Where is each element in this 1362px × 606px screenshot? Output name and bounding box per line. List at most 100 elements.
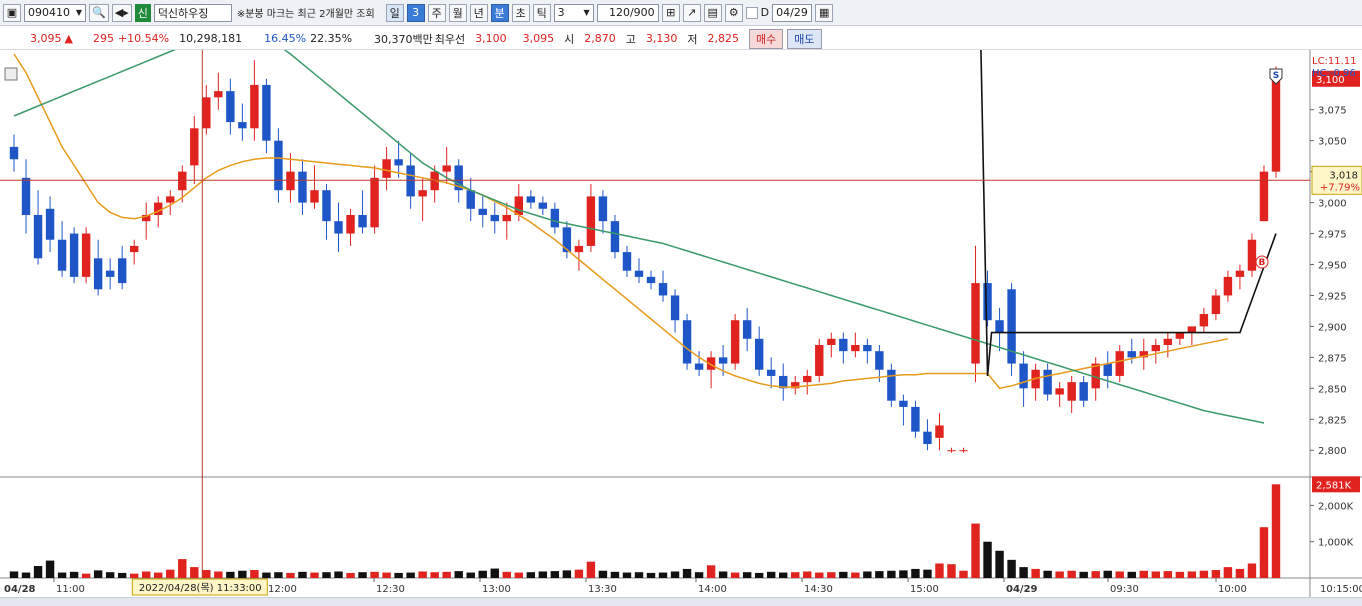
count-input[interactable]: 120/900 (596, 3, 659, 22)
save-icon[interactable]: ▤ (703, 3, 722, 22)
period-month-button[interactable]: 월 (448, 3, 467, 22)
candle-body (935, 425, 944, 438)
crosshair-price-label: 3,018 (1329, 170, 1358, 181)
speaker-icon[interactable]: ◀▸ (111, 3, 132, 22)
d-checkbox[interactable] (745, 6, 758, 19)
candle-body (1199, 314, 1209, 327)
candle-body (298, 171, 307, 203)
drawing-tool-icon[interactable]: ↗ (682, 3, 701, 22)
volume-bar (791, 572, 800, 578)
volume-bar (142, 571, 151, 578)
chart-toolbar: ▣ 090410 ▼ 🔍 ◀▸ 신 덕신하우징 ※분봉 마크는 최근 2개월만 … (0, 0, 1362, 26)
stock-code-input[interactable]: 090410 ▼ (24, 3, 86, 22)
candle-body (863, 344, 872, 352)
x-tick-label: 11:00 (56, 584, 85, 595)
candle-body (322, 190, 331, 222)
count-value: 120/900 (608, 6, 655, 19)
candle-body (658, 283, 668, 296)
candle-body (815, 344, 824, 376)
high-label: 고 (625, 32, 636, 46)
volume-bar (166, 569, 175, 578)
dropdown-caret-icon: ▼ (583, 8, 590, 17)
candle-body (730, 320, 740, 364)
x-tick-label: 04/29 (1006, 584, 1038, 595)
volume-bar (670, 571, 680, 578)
current-price: 3,095 (30, 32, 62, 45)
candle-body (129, 245, 139, 253)
period-day-button[interactable]: 일 (385, 3, 404, 22)
volume-bar (827, 572, 836, 578)
period-minute-button[interactable]: 분 (490, 3, 509, 22)
candle-body (1151, 344, 1161, 352)
volume-bar (1163, 571, 1173, 578)
period-year-button[interactable]: 년 (469, 3, 488, 22)
indicator-add-icon[interactable]: ⊞ (661, 3, 680, 22)
stock-name-field[interactable]: 덕신하우징 (153, 3, 232, 22)
candle-body (598, 196, 608, 222)
candle-body (586, 196, 596, 246)
candle-body (81, 233, 91, 277)
volume-bar (93, 570, 103, 578)
x-tick-label: 14:00 (698, 584, 727, 595)
candle-body (1235, 270, 1245, 277)
period-week-button[interactable]: 주 (427, 3, 446, 22)
candle-body (382, 159, 391, 178)
buy-button[interactable]: 매수 (749, 28, 784, 49)
volume-bar (1175, 571, 1185, 578)
candle-body (502, 214, 511, 222)
volume-bar (117, 572, 127, 578)
price-tick-label: 3,075 (1318, 106, 1347, 117)
candle-body (93, 258, 103, 290)
open-price: 2,870 (584, 32, 616, 45)
x-tick-label: 14:30 (804, 584, 833, 595)
volume-bar (1247, 563, 1257, 578)
candle-body (610, 221, 620, 253)
candle-body (694, 363, 704, 370)
date-input[interactable]: 04/29 (772, 3, 813, 22)
candle-body (995, 320, 1004, 333)
volume-bar (875, 571, 884, 578)
candle-body (9, 146, 19, 160)
candle-body (875, 351, 884, 370)
low-price: 2,825 (707, 32, 740, 45)
volume-bar (730, 572, 740, 578)
volume-bar (33, 566, 43, 578)
volume-bar (1055, 571, 1064, 578)
period-second-button[interactable]: 초 (511, 3, 530, 22)
gear-icon[interactable]: ⚙ (724, 3, 743, 22)
volume-bar (514, 572, 524, 578)
price-tick-label: 2,950 (1318, 261, 1347, 272)
calendar-icon[interactable]: ▦ (815, 3, 834, 22)
volume-bar (923, 569, 932, 578)
candle-body (634, 270, 644, 277)
volume-bar (1115, 571, 1124, 578)
window-icon[interactable]: ▣ (3, 3, 21, 22)
volume-bar (706, 565, 716, 578)
search-icon[interactable]: 🔍 (89, 3, 109, 22)
high-price: 3,130 (645, 32, 678, 45)
sell-button[interactable]: 매도 (787, 28, 822, 49)
volume-bar (202, 570, 211, 578)
volume-bar (430, 572, 439, 578)
candle-body (238, 122, 247, 129)
volume-bar (1139, 570, 1148, 578)
period-count-button[interactable]: 3 (406, 3, 425, 22)
volume-bar (1079, 571, 1088, 578)
stock-code-value: 090410 (28, 6, 70, 19)
candle-body (1067, 382, 1076, 401)
interval-select[interactable]: 3 ▼ (553, 3, 594, 22)
candle-body (923, 431, 932, 445)
candle-body (262, 84, 271, 141)
volume-bar (346, 572, 355, 578)
x-tick-label: 13:30 (588, 584, 617, 595)
volume-bar (622, 572, 632, 578)
candle-body (274, 140, 283, 191)
price-chart[interactable]: 3,0753,0503,0253,0002,9752,9502,9252,900… (0, 50, 1362, 597)
volume-bar (1271, 484, 1281, 578)
candle-body (190, 128, 199, 166)
volume-tick-label: 2,000K (1318, 501, 1354, 512)
period-tick-button[interactable]: 틱 (532, 3, 551, 22)
volume-bar (1259, 527, 1269, 578)
sell-marker-label: S (1273, 71, 1279, 81)
price-tick-label: 2,925 (1318, 291, 1347, 302)
